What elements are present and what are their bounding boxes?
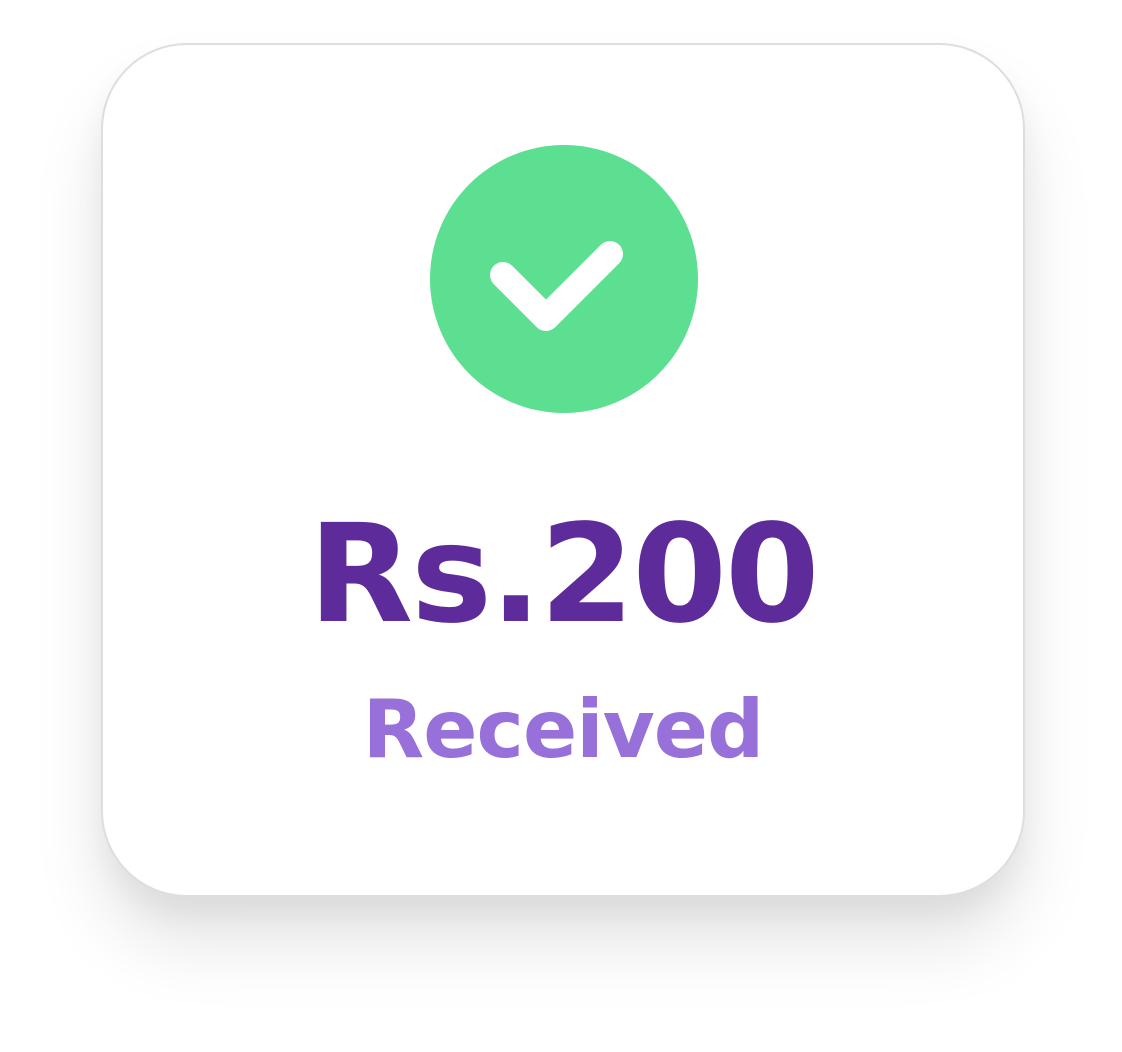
- payment-received-card: Rs.200 Received: [101, 43, 1025, 897]
- checkmark-icon: [490, 241, 623, 331]
- payment-amount: Rs.200: [308, 496, 819, 654]
- check-circle-icon: [430, 145, 698, 413]
- payment-status: Received: [362, 683, 765, 776]
